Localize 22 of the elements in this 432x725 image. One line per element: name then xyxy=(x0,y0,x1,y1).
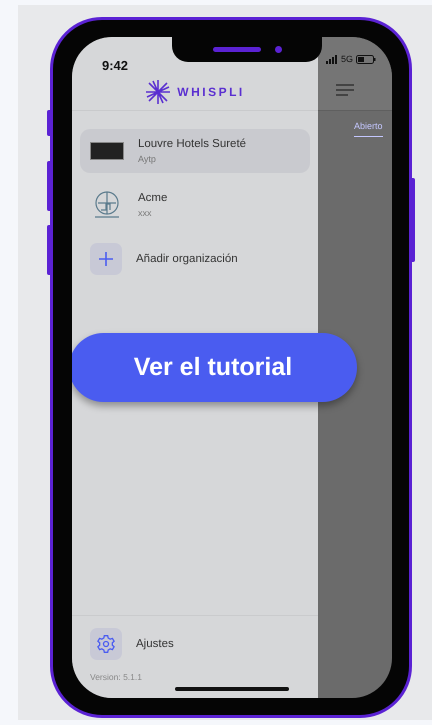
version-text: Version: 5.1.1 xyxy=(90,672,143,682)
status-time: 9:42 xyxy=(102,58,128,73)
star-burst-icon xyxy=(145,78,172,104)
plus-icon xyxy=(99,252,113,266)
org-logo xyxy=(90,142,124,160)
organization-subtitle: Aytp xyxy=(138,154,157,164)
organization-item[interactable]: Louvre Hotels Sureté Aytp xyxy=(80,129,310,173)
menu-icon[interactable] xyxy=(336,84,354,96)
add-button[interactable] xyxy=(90,243,122,275)
settings-icon xyxy=(96,634,116,654)
settings-label[interactable]: Ajustes xyxy=(136,638,174,650)
brand-name: WHISPLI xyxy=(177,84,245,98)
settings-button[interactable] xyxy=(90,628,122,660)
signal-icon xyxy=(326,54,338,64)
network-label: 5G xyxy=(340,54,353,64)
organization-item[interactable]: Acme xxx xyxy=(80,183,310,227)
add-organization-label[interactable]: Añadir organización xyxy=(136,253,238,265)
organization-name: Louvre Hotels Sureté xyxy=(138,138,246,150)
organization-subtitle: xxx xyxy=(138,208,152,218)
tutorial-button[interactable]: Ver el tutorial xyxy=(72,333,357,402)
battery-icon xyxy=(356,54,376,64)
organization-name: Acme xyxy=(138,192,168,204)
